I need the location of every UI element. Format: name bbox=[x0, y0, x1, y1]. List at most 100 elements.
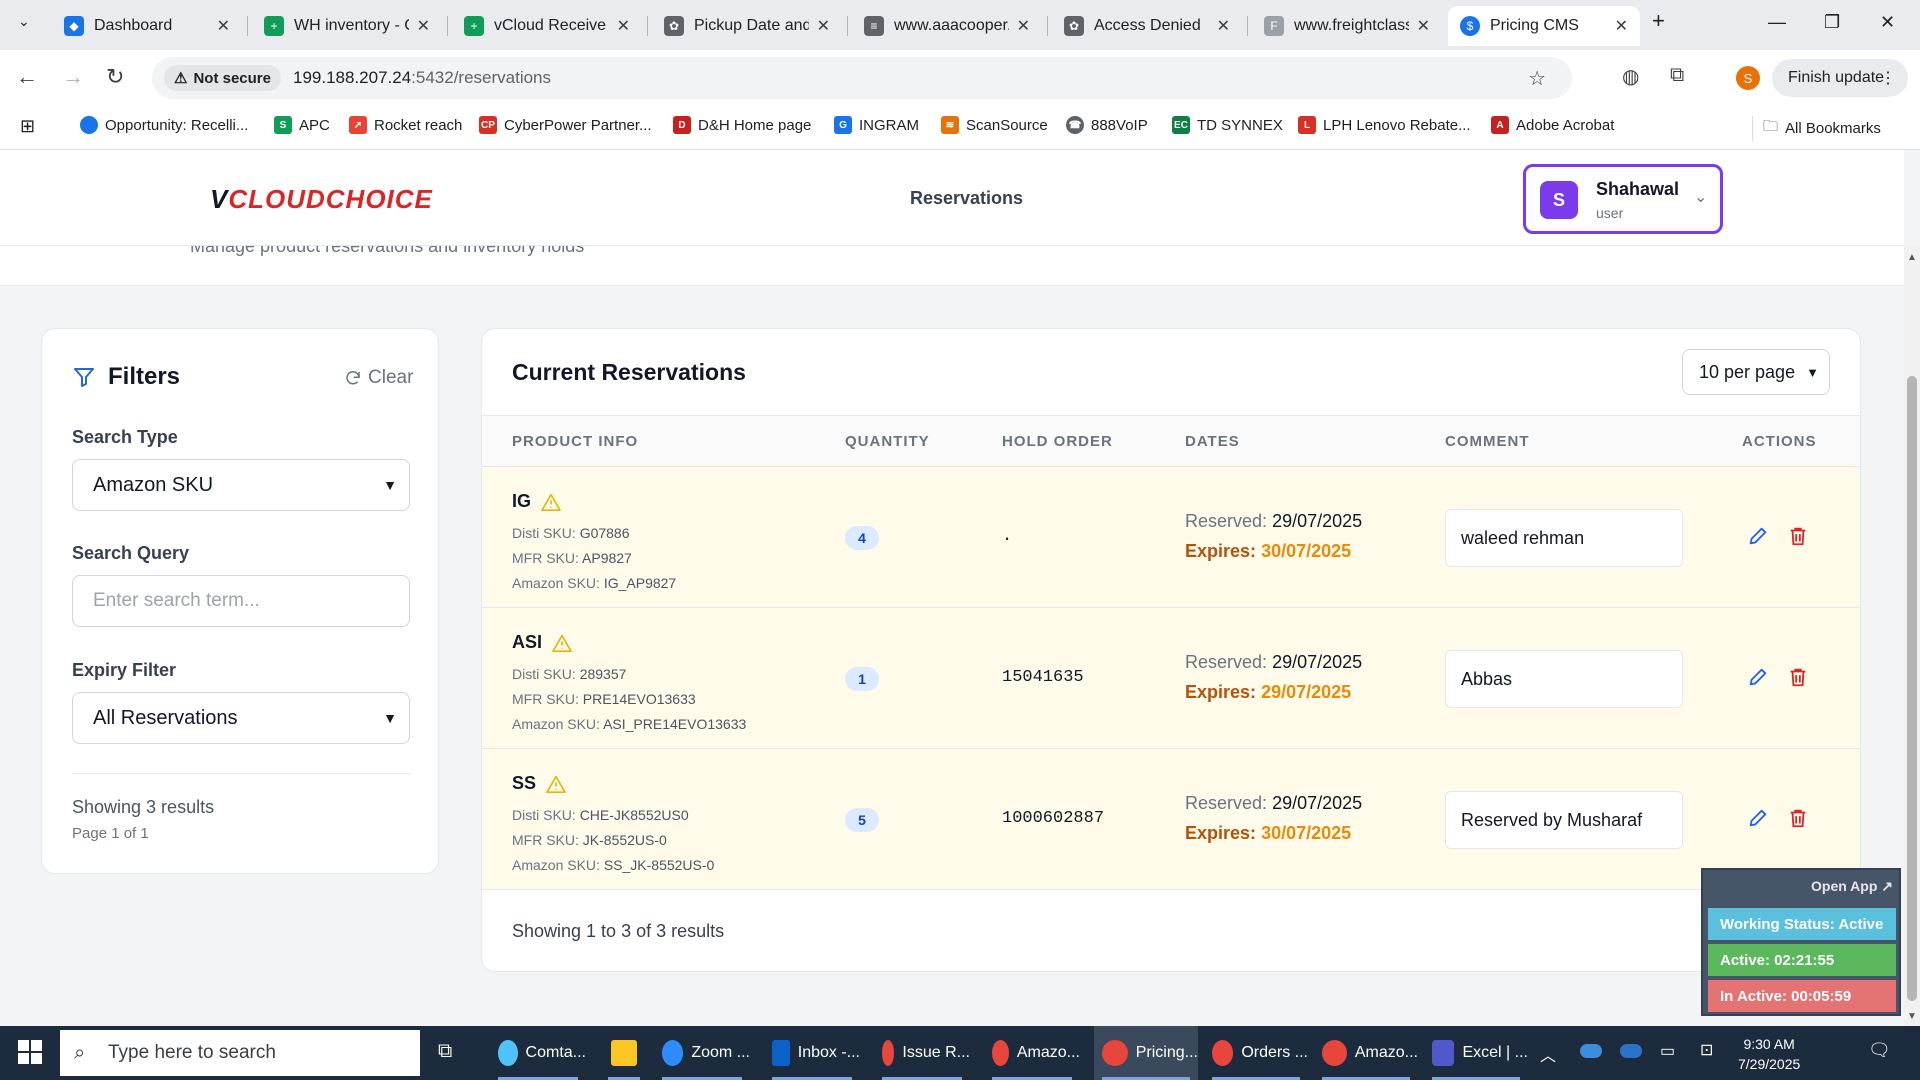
delete-icon[interactable] bbox=[1787, 525, 1809, 547]
tab-dashboard[interactable]: ◆ Dashboard ✕ bbox=[52, 6, 242, 46]
tab-access-denied[interactable]: ✿ Access Denied ✕ bbox=[1052, 6, 1242, 46]
bookmark-cyberpower[interactable]: CP CyberPower Partner... bbox=[479, 116, 652, 134]
restore-icon[interactable]: ❐ bbox=[1824, 12, 1840, 33]
reload-icon[interactable]: ↻ bbox=[106, 64, 124, 90]
forward-icon[interactable]: → bbox=[62, 64, 84, 90]
bookmark-adobe[interactable]: A Adobe Acrobat bbox=[1491, 116, 1614, 134]
tab-freightclass[interactable]: F www.freightclass ✕ bbox=[1252, 6, 1442, 46]
tab-title: www.freightclass bbox=[1294, 17, 1409, 34]
bookmark-apc[interactable]: S APC bbox=[274, 116, 330, 134]
close-icon[interactable]: ✕ bbox=[817, 16, 830, 36]
network-icon[interactable]: ⊡ bbox=[1700, 1040, 1713, 1060]
close-icon[interactable]: ✕ bbox=[417, 16, 430, 36]
taskbar-chrome-orders[interactable]: Orders ... bbox=[1204, 1026, 1308, 1080]
tab-search-icon[interactable]: ⌄ bbox=[18, 13, 30, 30]
col-dates: DATES bbox=[1185, 433, 1240, 450]
address-bar[interactable]: ⚠ Not secure 199.188.207.24:5432/reserva… bbox=[152, 57, 1572, 99]
tab-vcloud-receive[interactable]: + vCloud Receive F ✕ bbox=[452, 6, 642, 46]
taskbar-chrome-pricing[interactable]: Pricing... bbox=[1094, 1026, 1198, 1080]
nav-reservations[interactable]: Reservations bbox=[910, 188, 1023, 209]
page-scrollbar[interactable]: ▲ ▼ bbox=[1904, 246, 1920, 1026]
extensions-icon[interactable]: ⧉ bbox=[1670, 64, 1684, 87]
tab-pricing-cms[interactable]: $ Pricing CMS ✕ bbox=[1448, 6, 1640, 46]
task-view-icon[interactable]: ⧉ bbox=[438, 1040, 452, 1063]
comment-field[interactable]: Abbas bbox=[1445, 650, 1683, 708]
bookmark-scansource[interactable]: ≋ ScanSource bbox=[941, 116, 1048, 134]
tab-pickup-date[interactable]: ✿ Pickup Date and ✕ bbox=[652, 6, 842, 46]
browser-toolbar: ← → ↻ ⚠ Not secure 199.188.207.24:5432/r… bbox=[0, 50, 1920, 106]
close-window-icon[interactable]: ✕ bbox=[1880, 12, 1895, 33]
amazon-sku-value: IG_AP9827 bbox=[603, 575, 677, 591]
tab-wh-inventory[interactable]: + WH inventory - C ✕ bbox=[252, 6, 442, 46]
close-icon[interactable]: ✕ bbox=[617, 16, 630, 36]
scroll-up-icon[interactable]: ▲ bbox=[1907, 252, 1917, 263]
taskbar-label: Inbox -... bbox=[797, 1044, 860, 1061]
amazon-sku-value: SS_JK-8552US-0 bbox=[603, 857, 715, 873]
delete-icon[interactable] bbox=[1787, 666, 1809, 688]
back-icon[interactable]: ← bbox=[16, 64, 38, 90]
finish-update-button[interactable]: Finish update ⋮ bbox=[1772, 59, 1908, 97]
comment-field[interactable]: waleed rehman bbox=[1445, 509, 1683, 567]
apps-grid-icon[interactable]: ⊞ bbox=[20, 116, 35, 137]
scroll-down-icon[interactable]: ▼ bbox=[1907, 1011, 1917, 1022]
new-tab-icon[interactable]: + bbox=[1652, 8, 1665, 34]
bookmark-ingram[interactable]: G INGRAM bbox=[834, 116, 919, 134]
bookmark-opportunity[interactable]: Opportunity: Recelli... bbox=[80, 116, 248, 134]
search-input[interactable] bbox=[72, 575, 410, 627]
taskbar-comta[interactable]: Comta... bbox=[490, 1026, 586, 1080]
profile-avatar[interactable]: S bbox=[1736, 66, 1760, 90]
per-page-select[interactable]: 10 per page ▼ bbox=[1682, 349, 1830, 395]
bookmark-td-synnex[interactable]: EC TD SYNNEX bbox=[1172, 116, 1283, 134]
mfr-sku: MFR SKU: AP9827 bbox=[512, 550, 632, 566]
tab-aaacooper[interactable]: ≡ www.aaacooper. ✕ bbox=[852, 6, 1042, 46]
not-secure-badge[interactable]: ⚠ Not secure bbox=[164, 65, 281, 91]
scrollbar-thumb[interactable] bbox=[1907, 376, 1917, 1001]
taskbar-outlook[interactable]: Inbox -... bbox=[764, 1026, 860, 1080]
close-icon[interactable]: ✕ bbox=[1615, 16, 1628, 36]
bookmark-888voip[interactable]: ☎ 888VoIP bbox=[1066, 116, 1148, 134]
bookmark-rocket-reach[interactable]: ➚ Rocket reach bbox=[349, 116, 462, 134]
all-bookmarks[interactable]: 🗀 All Bookmarks bbox=[1752, 116, 1881, 141]
taskbar-search[interactable]: ⌕ Type here to search bbox=[60, 1030, 420, 1076]
bookmark-dh[interactable]: D D&H Home page bbox=[673, 116, 811, 134]
minimize-icon[interactable]: — bbox=[1768, 12, 1786, 33]
chevron-up-icon[interactable]: ︿ bbox=[1540, 1042, 1556, 1066]
taskbar-chrome-amazon[interactable]: Amazo... bbox=[984, 1026, 1080, 1080]
edit-icon[interactable] bbox=[1747, 666, 1769, 688]
dollar-icon: $ bbox=[1460, 16, 1480, 36]
onedrive-icon[interactable] bbox=[1580, 1044, 1602, 1058]
search-type-select[interactable]: Amazon SKU ▼ bbox=[72, 459, 410, 511]
bookmark-lenovo[interactable]: L LPH Lenovo Rebate... bbox=[1298, 116, 1471, 134]
mfr-sku-label: MFR SKU: bbox=[512, 550, 579, 566]
close-icon[interactable]: ✕ bbox=[1417, 16, 1430, 36]
page-indicator: Page 1 of 1 bbox=[72, 825, 149, 842]
edit-icon[interactable] bbox=[1747, 525, 1769, 547]
expiry-filter-select[interactable]: All Reservations ▼ bbox=[72, 692, 410, 744]
chrome-icon bbox=[1212, 1040, 1234, 1066]
translate-icon[interactable]: ◍ bbox=[1622, 64, 1639, 89]
filters-title: Filters bbox=[108, 363, 181, 390]
taskbar-teams-excel[interactable]: Excel | ... bbox=[1424, 1026, 1528, 1080]
taskbar-chrome-amazon-2[interactable]: Amazo... bbox=[1314, 1026, 1418, 1080]
vcloudchoice-logo[interactable]: VCLOUDCHOICE bbox=[210, 184, 433, 215]
edit-icon[interactable] bbox=[1747, 807, 1769, 829]
user-menu[interactable]: S Shahawal user ⌄ bbox=[1523, 164, 1723, 234]
open-app-link[interactable]: Open App ↗ bbox=[1811, 878, 1893, 895]
delete-icon[interactable] bbox=[1787, 807, 1809, 829]
taskbar-file-explorer[interactable] bbox=[600, 1026, 648, 1080]
taskbar-chrome-issue[interactable]: Issue R... bbox=[874, 1026, 970, 1080]
windows-start-icon[interactable] bbox=[18, 1040, 42, 1064]
battery-icon[interactable]: ▭ bbox=[1660, 1041, 1675, 1061]
onedrive-business-icon[interactable] bbox=[1620, 1044, 1642, 1058]
close-icon[interactable]: ✕ bbox=[1217, 16, 1230, 36]
cloud-icon bbox=[80, 116, 98, 134]
clear-filters-button[interactable]: Clear bbox=[344, 367, 413, 389]
close-icon[interactable]: ✕ bbox=[1017, 16, 1030, 36]
taskbar-clock[interactable]: 9:30 AM 7/29/2025 bbox=[1738, 1034, 1800, 1074]
bookmark-star-icon[interactable]: ☆ bbox=[1528, 66, 1546, 91]
comment-field[interactable]: Reserved by Musharaf bbox=[1445, 791, 1683, 849]
taskbar-zoom[interactable]: Zoom ... bbox=[654, 1026, 750, 1080]
close-icon[interactable]: ✕ bbox=[217, 16, 230, 36]
table-row: ASI Disti SKU: 289357 MFR SKU: PRE14EVO1… bbox=[482, 608, 1860, 749]
notifications-icon[interactable]: 🗨 bbox=[1868, 1040, 1891, 1061]
